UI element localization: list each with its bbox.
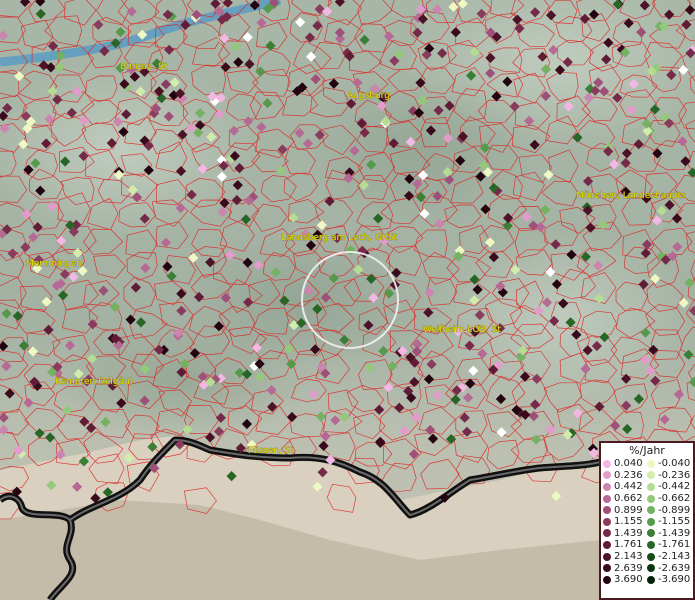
city-label: Füssen, St: [248, 446, 294, 456]
map-canvas[interactable]: Burgau, St Augsburg München, Landeshaupts L…: [0, 0, 695, 600]
legend-value: -1.761: [658, 539, 691, 551]
legend-row: -3.690: [647, 574, 691, 586]
legend-value: 2.143: [614, 551, 643, 563]
legend-value: 0.040: [614, 458, 643, 470]
legend-row: 2.143: [603, 551, 647, 563]
legend-value: 1.761: [614, 539, 643, 551]
legend-swatch: [647, 494, 655, 503]
legend-row: -1.439: [647, 528, 691, 540]
legend-value: -0.442: [658, 481, 691, 493]
legend-swatch: [647, 575, 655, 584]
legend-value: 0.899: [614, 504, 643, 516]
legend-value: 2.639: [614, 562, 643, 574]
city-label: München, Landeshaupts: [576, 191, 686, 201]
legend-row: -2.143: [647, 551, 691, 563]
legend-row: -0.662: [647, 493, 691, 505]
legend-swatch: [603, 471, 611, 480]
legend-value: -0.236: [658, 469, 691, 481]
legend-value: 1.439: [614, 527, 643, 539]
legend: %/Jahr 0.040 0.236 0.442 0.662 0.899 1.155 1.4…: [599, 441, 695, 600]
legend-swatch: [603, 564, 611, 573]
legend-value: -2.143: [658, 551, 691, 563]
legend-row: 1.439: [603, 528, 647, 540]
legend-value: -1.439: [658, 527, 691, 539]
legend-value: 0.236: [614, 469, 643, 481]
legend-swatch: [647, 471, 655, 480]
legend-value: 0.442: [614, 481, 643, 493]
legend-swatch: [647, 540, 655, 549]
legend-swatch: [647, 529, 655, 538]
legend-row: -1.761: [647, 539, 691, 551]
legend-swatch: [603, 482, 611, 491]
legend-swatch: [603, 575, 611, 584]
city-label: Burgau, St: [120, 62, 168, 72]
legend-swatch: [603, 506, 611, 515]
legend-swatch: [647, 482, 655, 491]
legend-value: -3.690: [658, 574, 691, 586]
legend-row: -0.236: [647, 470, 691, 482]
city-label: Augsburg: [347, 91, 390, 101]
legend-row: 0.899: [603, 504, 647, 516]
legend-swatch: [603, 552, 611, 561]
legend-value: 1.155: [614, 516, 643, 528]
legend-value: -0.899: [658, 504, 691, 516]
legend-row: 0.040: [603, 458, 647, 470]
legend-swatch: [603, 494, 611, 503]
legend-negative-column: -0.040 -0.236 -0.442 -0.662 -0.899 -1.155 -1.4…: [647, 458, 691, 586]
legend-value: -2.639: [658, 562, 691, 574]
legend-row: -1.155: [647, 516, 691, 528]
legend-row: 2.639: [603, 562, 647, 574]
legend-swatch: [603, 459, 611, 468]
legend-row: -2.639: [647, 562, 691, 574]
legend-swatch: [603, 540, 611, 549]
legend-title: %/Jahr: [629, 444, 665, 457]
legend-row: -0.442: [647, 481, 691, 493]
legend-row: -0.899: [647, 504, 691, 516]
legend-value: 0.662: [614, 493, 643, 505]
legend-row: 0.442: [603, 481, 647, 493]
legend-positive-column: 0.040 0.236 0.442 0.662 0.899 1.155 1.439 1.761…: [603, 458, 647, 586]
legend-swatch: [647, 517, 655, 526]
legend-swatch: [647, 552, 655, 561]
legend-swatch: [647, 564, 655, 573]
city-label: Kempten (Allgäu): [55, 377, 133, 387]
legend-row: 0.236: [603, 470, 647, 482]
legend-row: 1.761: [603, 539, 647, 551]
city-label: Weilheim i.OB, St: [423, 325, 501, 335]
legend-value: -1.155: [658, 516, 691, 528]
legend-swatch: [647, 459, 655, 468]
legend-swatch: [603, 517, 611, 526]
city-label: Landsberg am Lech, GKSt: [281, 233, 398, 243]
legend-row: 3.690: [603, 574, 647, 586]
legend-row: 0.662: [603, 493, 647, 505]
legend-value: -0.040: [658, 458, 691, 470]
legend-value: -0.662: [658, 493, 691, 505]
city-label: Memmingen: [26, 259, 82, 269]
legend-row: 1.155: [603, 516, 647, 528]
legend-row: -0.040: [647, 458, 691, 470]
legend-swatch: [603, 529, 611, 538]
legend-swatch: [647, 506, 655, 515]
legend-value: 3.690: [614, 574, 643, 586]
